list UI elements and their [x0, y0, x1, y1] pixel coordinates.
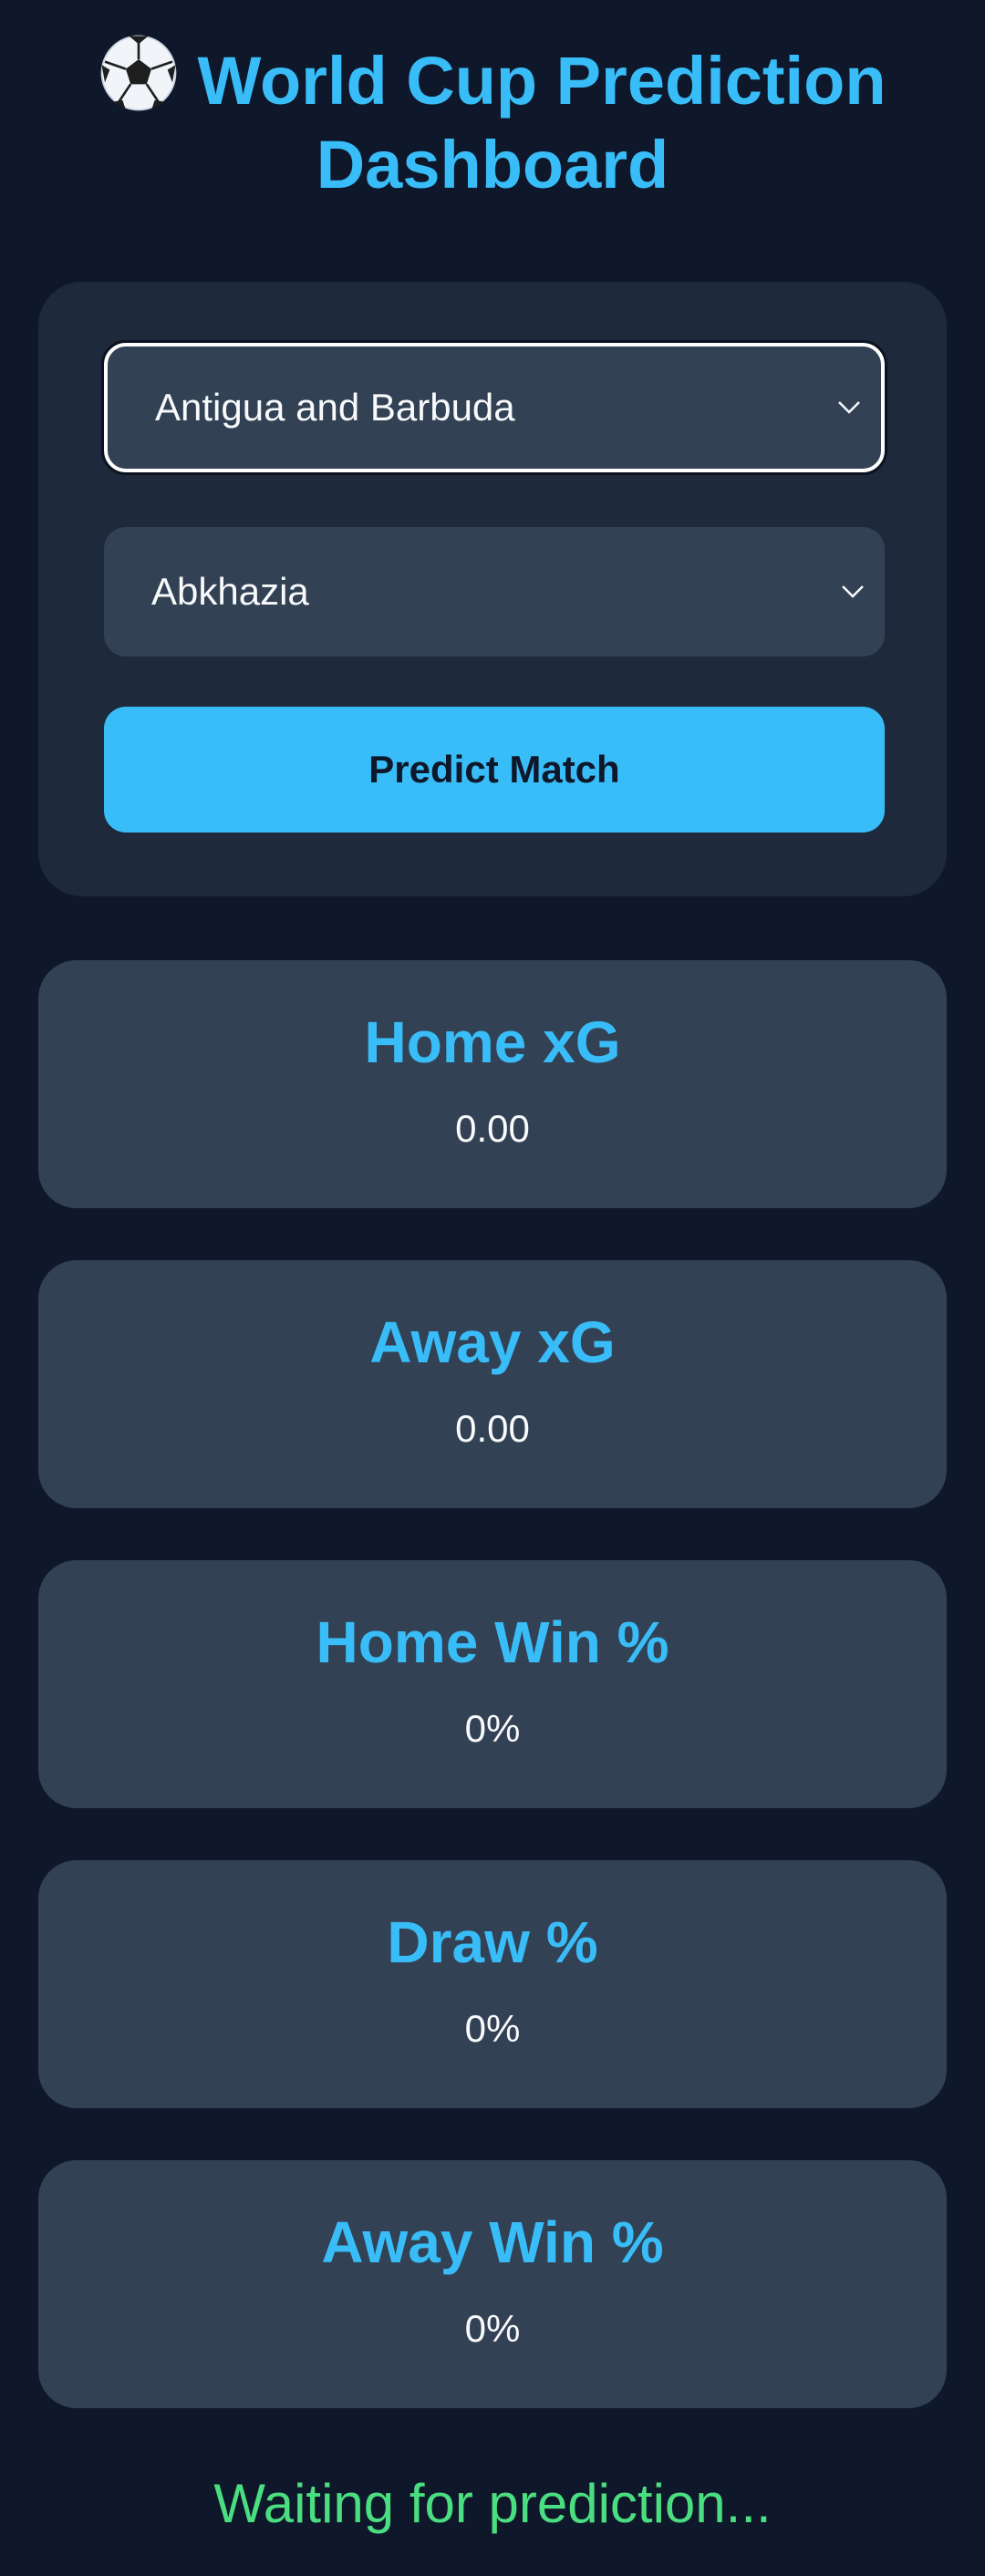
home-team-value: Antigua and Barbuda	[155, 386, 515, 429]
stat-label: Away xG	[369, 1309, 616, 1375]
stat-label: Draw %	[387, 1909, 598, 1975]
home-xg-card: Home xG 0.00	[38, 960, 947, 1208]
title-text-1: World Cup Prediction	[197, 43, 886, 119]
stat-label: Home xG	[364, 1009, 621, 1075]
status-message: Waiting for prediction...	[213, 2473, 772, 2534]
home-team-select[interactable]: Antigua and Barbuda	[104, 343, 885, 472]
predict-match-button[interactable]: Predict Match	[104, 707, 885, 833]
page-title: World Cup Prediction Dashboard	[0, 33, 985, 207]
prediction-form-panel: Antigua and Barbuda Abkhazia Predict Mat…	[38, 282, 947, 896]
away-win-card: Away Win % 0%	[38, 2160, 947, 2408]
soccer-ball-icon	[101, 35, 177, 111]
draw-card: Draw % 0%	[38, 1860, 947, 2108]
stat-value: 0.00	[455, 1407, 530, 1450]
stat-label: Home Win %	[316, 1609, 669, 1675]
away-team-select[interactable]: Abkhazia	[104, 527, 885, 657]
stat-label: Away Win %	[321, 2209, 664, 2275]
stat-value: 0.00	[455, 1107, 530, 1150]
title-line-1: World Cup Prediction	[0, 33, 985, 123]
stat-value: 0%	[464, 2307, 521, 2350]
home-win-card: Home Win % 0%	[38, 1560, 947, 1808]
away-xg-card: Away xG 0.00	[38, 1260, 947, 1508]
title-line-2: Dashboard	[316, 127, 669, 202]
chevron-down-icon	[838, 401, 860, 414]
chevron-down-icon	[842, 585, 864, 598]
stat-value: 0%	[464, 2007, 521, 2050]
stat-value: 0%	[464, 1707, 521, 1750]
away-team-value: Abkhazia	[151, 570, 309, 613]
